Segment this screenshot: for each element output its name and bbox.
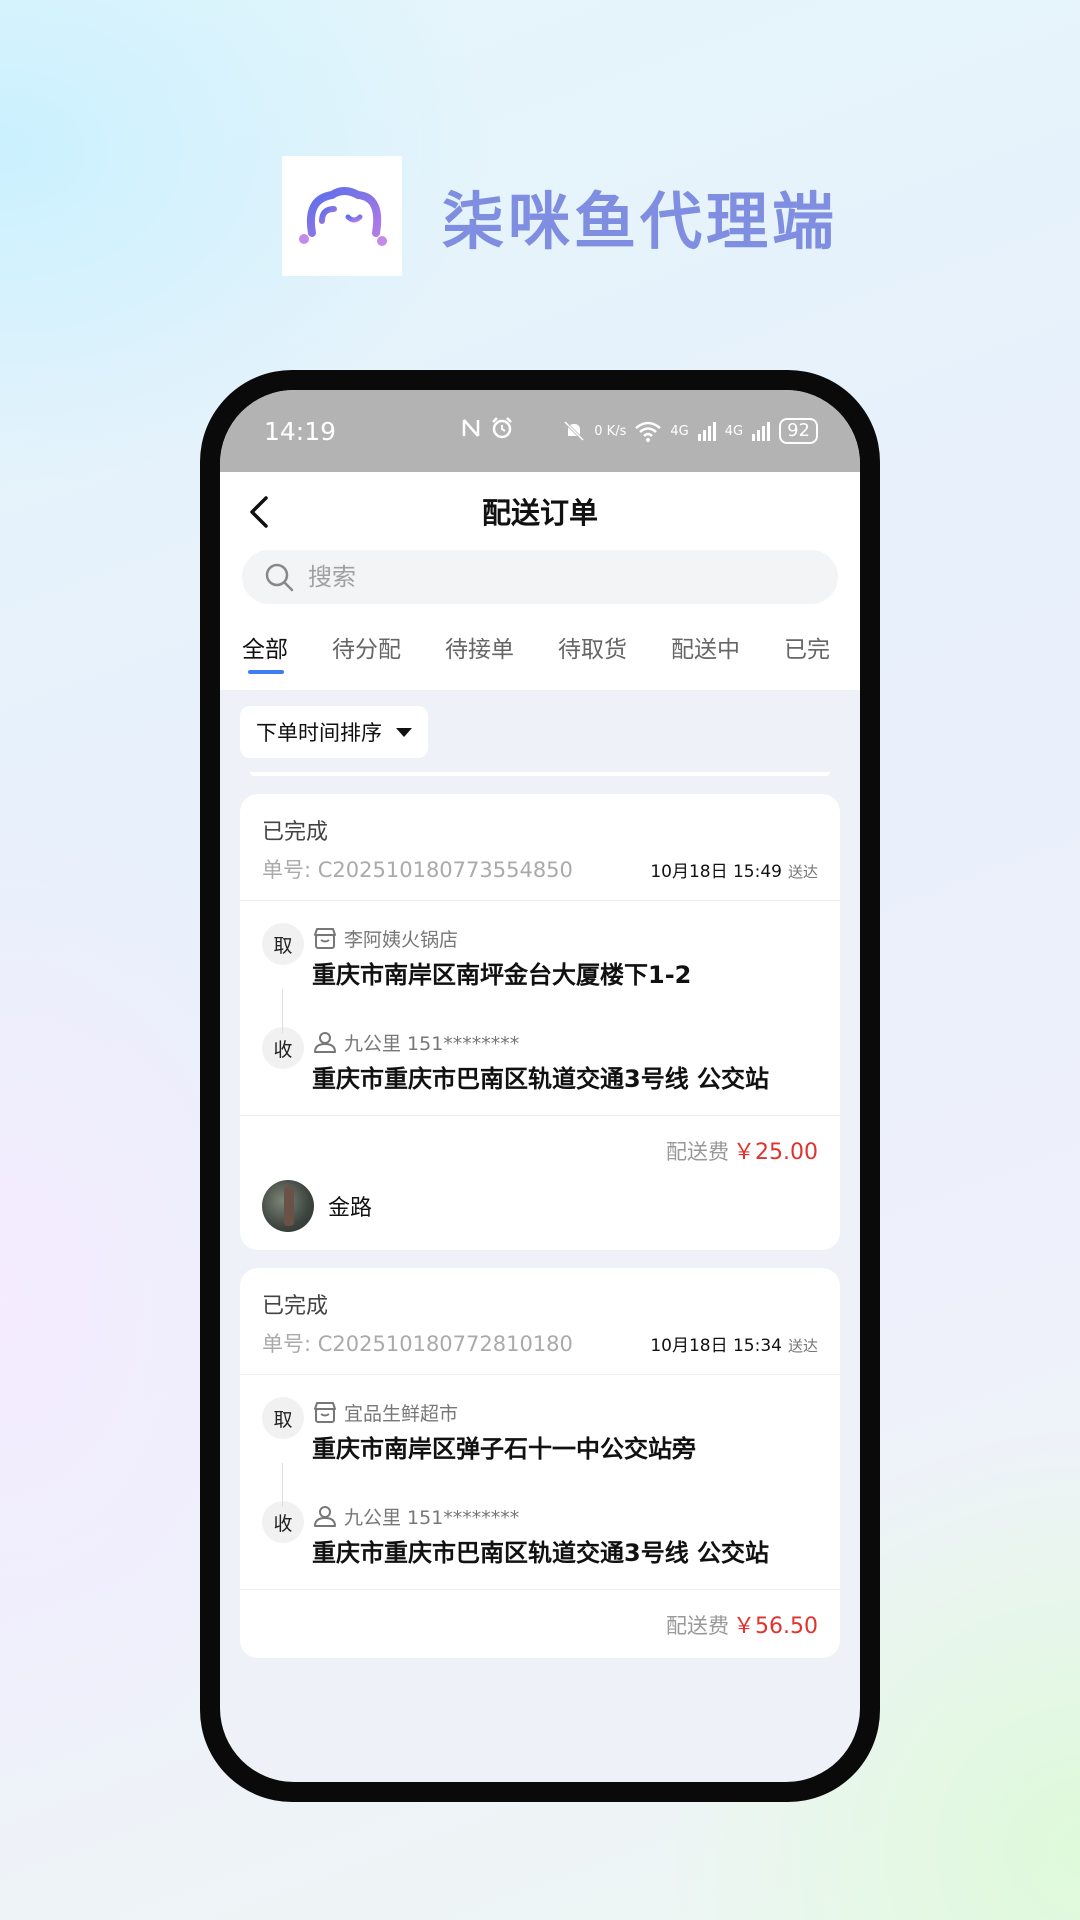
order-card-footer: 配送费 ￥25.00 金路 — [240, 1115, 840, 1250]
delivery-badge: 收 — [262, 1501, 304, 1543]
back-button[interactable] — [240, 490, 284, 534]
pickup-address: 重庆市南岸区南坪金台大厦楼下1-2 — [312, 961, 692, 989]
order-number: 单号: C202510180772810180 — [262, 1332, 573, 1356]
tab-completed[interactable]: 已完 — [784, 630, 830, 664]
signal-bars-icon — [697, 422, 716, 441]
order-time-tag: 送达 — [787, 863, 818, 881]
status-right-icons: 0 K/s 4G 4G 92 — [562, 418, 818, 444]
signal-label-2: 4G — [724, 423, 744, 439]
tab-pending-pickup[interactable]: 待取货 — [558, 630, 627, 664]
page-title: 配送订单 — [481, 496, 598, 530]
order-route: 取 李阿姨火锅店 重庆市南岸区南坪金台大厦楼下1-2 收 九公里 151****… — [240, 901, 840, 1115]
tab-delivering[interactable]: 配送中 — [671, 630, 740, 664]
person-icon — [314, 1506, 336, 1527]
delivery-address: 重庆市重庆市巴南区轨道交通3号线 公交站 — [312, 1539, 770, 1567]
rider-avatar — [262, 1180, 314, 1232]
signal-label-1: 4G — [670, 423, 689, 439]
order-time: 10月18日 15:49 — [650, 862, 782, 882]
sort-dropdown[interactable]: 下单时间排序 — [240, 706, 428, 758]
nav-bar: 配送订单 — [220, 472, 860, 550]
fee-label: 配送费 — [666, 1614, 730, 1638]
fee-label: 配送费 — [666, 1140, 730, 1164]
fee-amount: ￥25.00 — [733, 1140, 818, 1165]
nfc-icon — [462, 419, 480, 437]
tab-pending-assign[interactable]: 待分配 — [332, 630, 401, 664]
order-meta: 单号: C202510180773554850 10月18日 15:49 送达 — [262, 854, 818, 884]
recipient-contact: 九公里 151******** — [344, 1032, 520, 1055]
status-mid-icons — [460, 416, 514, 440]
order-card-header: 已完成 单号: C202510180773554850 10月18日 15:49… — [240, 794, 840, 901]
route-connector — [282, 989, 283, 1033]
rider-info: 金路 — [262, 1180, 818, 1232]
phone-screen: 14:19 0 K/s 4G 4G 92 配送订单 搜索 全部 待分配 待接单 … — [220, 390, 860, 1782]
order-meta: 单号: C202510180772810180 10月18日 15:34 送达 — [262, 1328, 818, 1358]
order-card[interactable]: 已完成 单号: C202510180773554850 10月18日 15:49… — [240, 794, 840, 1250]
mute-bell-icon — [564, 420, 585, 442]
app-logo — [282, 156, 402, 276]
tab-pending-accept[interactable]: 待接单 — [445, 630, 514, 664]
order-status: 已完成 — [262, 820, 329, 845]
delivery-badge: 收 — [262, 1027, 304, 1069]
pickup-stop: 取 宜品生鲜超市 重庆市南岸区弹子石十一中公交站旁 — [262, 1397, 818, 1467]
delivery-stop: 收 九公里 151******** 重庆市重庆市巴南区轨道交通3号线 公交站 — [262, 1501, 818, 1571]
pickup-stop: 取 李阿姨火锅店 重庆市南岸区南坪金台大厦楼下1-2 — [262, 923, 818, 993]
store-icon — [314, 1402, 336, 1423]
sort-label: 下单时间排序 — [256, 721, 382, 745]
order-time: 10月18日 15:34 — [650, 1336, 782, 1356]
brand-header: 柒咪鱼代理端 — [282, 156, 838, 276]
search-area — [220, 550, 860, 616]
person-icon — [314, 1032, 336, 1053]
net-speed: 0 K/s — [594, 423, 627, 439]
pickup-badge: 取 — [262, 923, 304, 965]
tab-all[interactable]: 全部 — [242, 630, 288, 674]
order-card[interactable]: 已完成 单号: C202510180772810180 10月18日 15:34… — [240, 1268, 840, 1658]
pickup-shop-name: 宜品生鲜超市 — [344, 1402, 459, 1425]
order-card-footer: 配送费 ￥56.50 — [240, 1589, 840, 1658]
caret-down-icon — [396, 727, 412, 737]
pickup-address: 重庆市南岸区弹子石十一中公交站旁 — [312, 1435, 696, 1463]
delivery-fee: 配送费 ￥56.50 — [262, 1608, 818, 1640]
signal-bars-icon — [752, 422, 771, 441]
rider-name: 金路 — [328, 1196, 373, 1221]
order-list: 下单时间排序 已完成 单号: C202510180773554850 10月18… — [220, 690, 860, 1658]
order-route: 取 宜品生鲜超市 重庆市南岸区弹子石十一中公交站旁 收 九公里 151*****… — [240, 1375, 840, 1589]
order-status: 已完成 — [262, 1294, 329, 1319]
route-connector — [282, 1463, 283, 1507]
delivery-address: 重庆市重庆市巴南区轨道交通3号线 公交站 — [312, 1065, 770, 1093]
phone-frame: 14:19 0 K/s 4G 4G 92 配送订单 搜索 全部 待分配 待接单 … — [200, 370, 880, 1802]
order-card-header: 已完成 单号: C202510180772810180 10月18日 15:34… — [240, 1268, 840, 1375]
delivery-stop: 收 九公里 151******** 重庆市重庆市巴南区轨道交通3号线 公交站 — [262, 1027, 818, 1097]
search-input[interactable] — [308, 563, 688, 591]
battery-indicator: 92 — [779, 418, 818, 444]
brand-title: 柒咪鱼代理端 — [442, 185, 839, 258]
list-top-edge — [250, 772, 830, 776]
delivery-fee: 配送费 ￥25.00 — [262, 1134, 818, 1166]
pickup-badge: 取 — [262, 1397, 304, 1439]
pickup-shop-name: 李阿姨火锅店 — [344, 928, 459, 951]
logo-icon — [299, 187, 387, 246]
store-icon — [314, 928, 336, 949]
chevron-left-icon — [250, 496, 268, 528]
search-bar[interactable] — [242, 550, 838, 604]
order-number: 单号: C202510180773554850 — [262, 858, 573, 882]
wifi-icon — [635, 421, 662, 442]
order-tabs: 全部 待分配 待接单 待取货 配送中 已完 — [220, 616, 860, 690]
alarm-icon — [492, 417, 512, 439]
order-time-tag: 送达 — [787, 1337, 818, 1355]
fee-amount: ￥56.50 — [733, 1614, 818, 1639]
recipient-contact: 九公里 151******** — [344, 1506, 520, 1529]
status-time: 14:19 — [264, 416, 337, 446]
search-icon — [265, 563, 294, 592]
status-bar: 14:19 0 K/s 4G 4G 92 — [220, 390, 860, 472]
